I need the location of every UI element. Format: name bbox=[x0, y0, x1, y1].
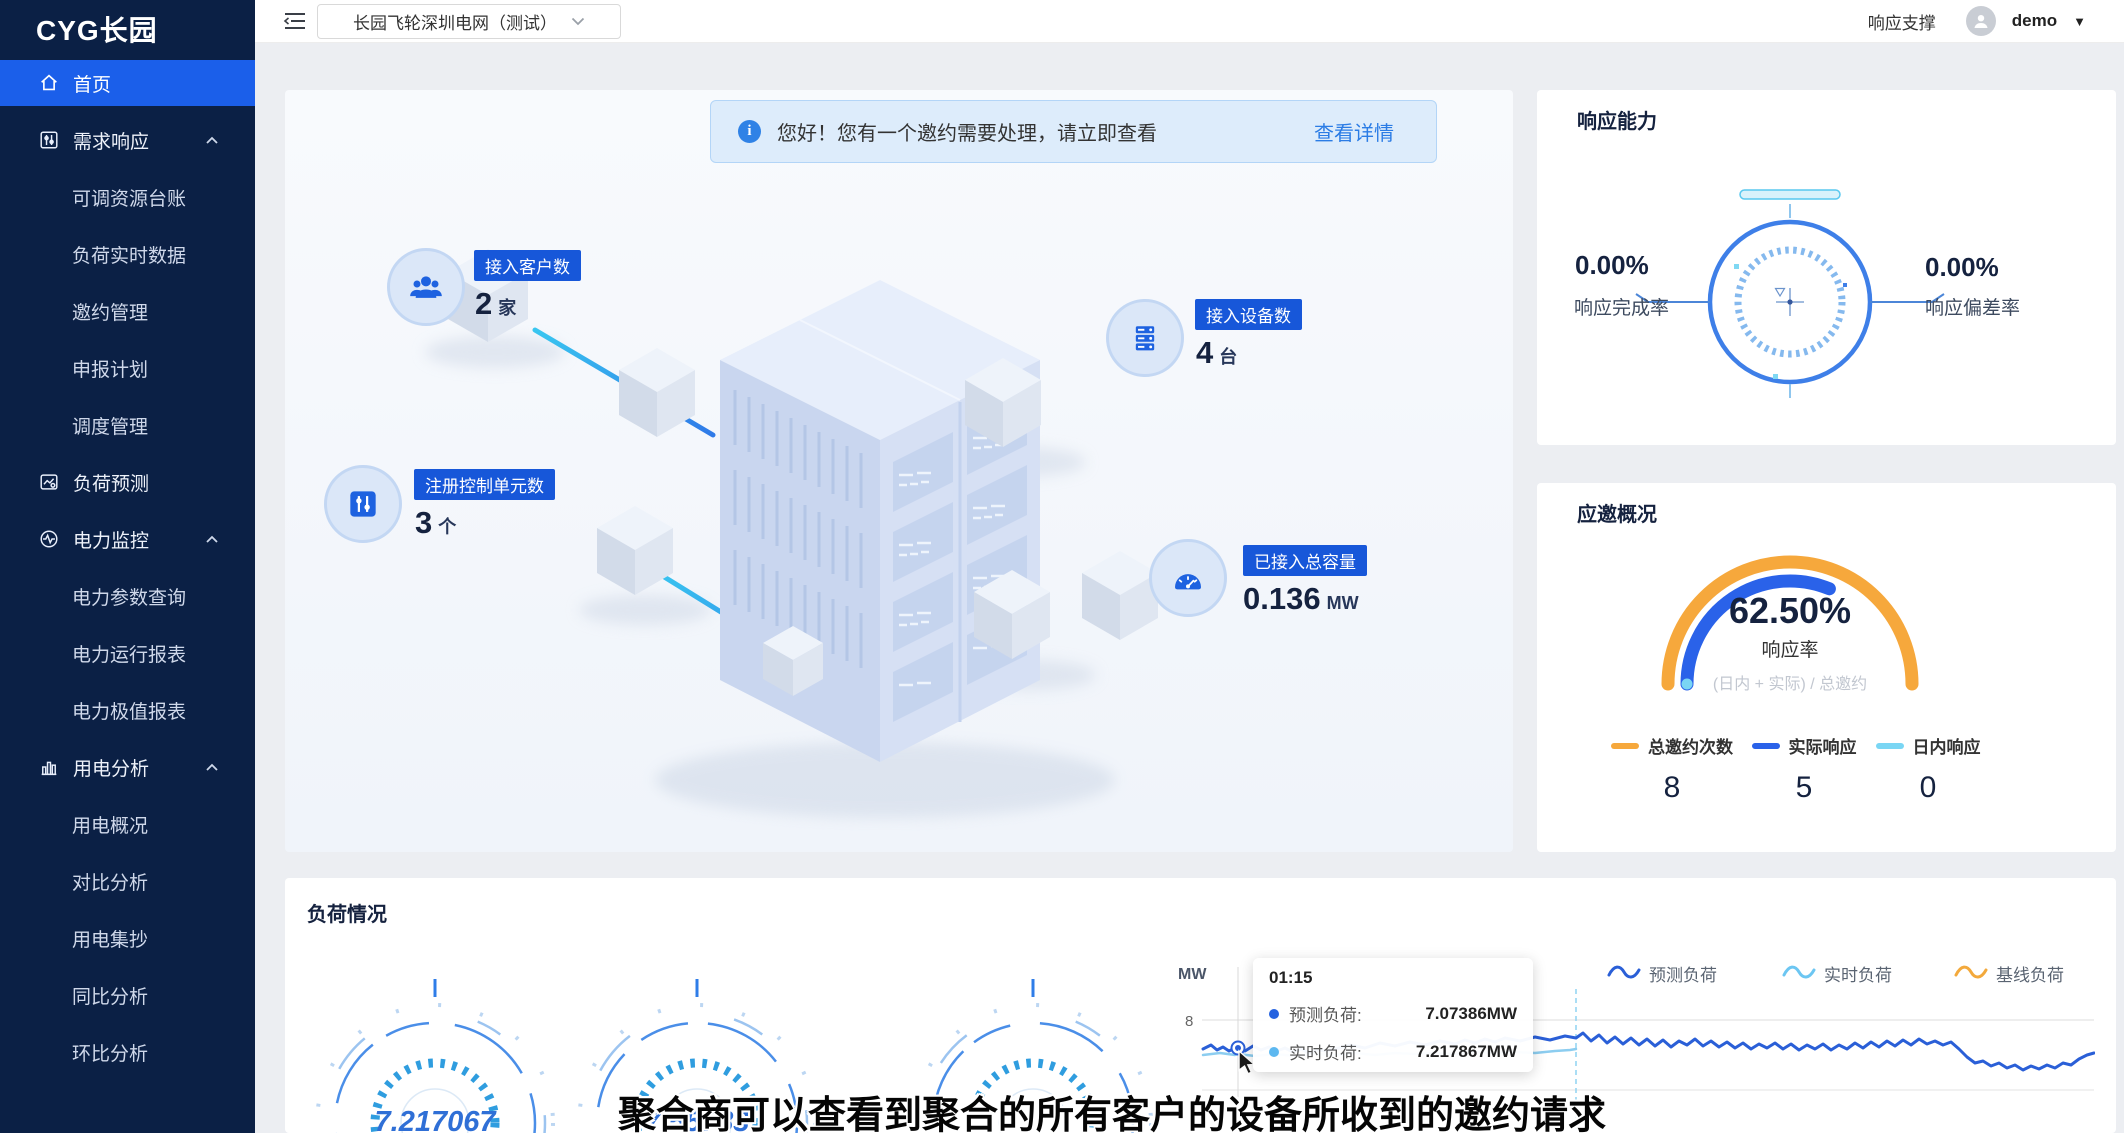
response-capability-card: 响应能力 0.00% 响应完成率 0.00% 响应偏差率 bbox=[1537, 90, 2116, 445]
sidebar-item-home[interactable]: 首页 bbox=[0, 60, 255, 106]
deviation-rate-value: 0.00% bbox=[1925, 252, 1999, 283]
video-subtitle-caption: 聚合商可以查看到聚合的所有客户的设备所收到的邀约请求 bbox=[618, 1084, 1606, 1133]
sidebar-item-mom-analysis[interactable]: 环比分析 bbox=[0, 1029, 255, 1075]
stat-label-badge: 已接入总容量 bbox=[1243, 545, 1367, 576]
sidebar-item-dispatch-management[interactable]: 调度管理 bbox=[0, 402, 255, 448]
chart-legend: 预测负荷 实时负荷 基线负荷 bbox=[1609, 966, 2064, 985]
legend-total-invitations: 总邀约次数 8 bbox=[1607, 733, 1737, 805]
sidebar-item-label: 电力监控 bbox=[73, 526, 149, 553]
y-axis-unit: MW bbox=[1178, 966, 1207, 983]
main-content: i 您好！您有一个邀约需要处理，请立即查看 查看详情 接入客户数 2家 接入设备… bbox=[255, 42, 2124, 1133]
sidebar: CYG长园 首页 需求响应 可调资源台账 负荷实时数据 邀约管理 申报计划 调度… bbox=[0, 0, 255, 1133]
sidebar-item-power-parameter-query[interactable]: 电力参数查询 bbox=[0, 573, 255, 619]
legend-actual-response: 实际响应 5 bbox=[1749, 733, 1859, 805]
sidebar-item-label: 用电分析 bbox=[73, 754, 149, 781]
overview-card: i 您好！您有一个邀约需要处理，请立即查看 查看详情 接入客户数 2家 接入设备… bbox=[285, 90, 1513, 852]
users-icon bbox=[387, 248, 465, 326]
org-selector-value: 长园飞轮深圳电网（测试） bbox=[353, 9, 557, 34]
home-icon bbox=[38, 72, 60, 94]
sidebar-item-load-forecast[interactable]: 负荷预测 bbox=[0, 459, 255, 505]
sidebar-item-demand-response[interactable]: 需求响应 bbox=[0, 117, 255, 163]
legend-value: 5 bbox=[1749, 771, 1859, 805]
semicircle-gauge: 62.50% 响应率 (日内 + 实际) / 总邀约 bbox=[1537, 523, 2116, 723]
demand-response-icon bbox=[38, 129, 60, 151]
sidebar-item-load-realtime-data[interactable]: 负荷实时数据 bbox=[0, 231, 255, 277]
sidebar-item-power-extreme-report[interactable]: 电力极值报表 bbox=[0, 687, 255, 733]
menu-fold-icon[interactable] bbox=[283, 11, 307, 31]
gauge-value: 7.217067 bbox=[375, 1106, 498, 1133]
response-rate-formula: (日内 + 实际) / 总邀约 bbox=[1713, 675, 1867, 693]
legend-swatch bbox=[1876, 743, 1904, 749]
legend-intraday-response: 日内响应 0 bbox=[1873, 733, 1983, 805]
legend-value: 8 bbox=[1607, 771, 1737, 805]
sidebar-item-label: 负荷预测 bbox=[73, 469, 149, 496]
sidebar-item-label: 首页 bbox=[73, 70, 111, 97]
completion-rate-value: 0.00% bbox=[1575, 250, 1649, 281]
y-axis-tick: 8 bbox=[1185, 1013, 1193, 1030]
info-icon: i bbox=[738, 120, 761, 143]
notification-banner: i 您好！您有一个邀约需要处理，请立即查看 查看详情 bbox=[710, 100, 1437, 163]
response-rate-value: 62.50% bbox=[1729, 590, 1851, 631]
server-cube bbox=[720, 280, 1040, 762]
org-selector[interactable]: 长园飞轮深圳电网（测试） bbox=[317, 4, 621, 39]
legend-baseline-load: 基线负荷 bbox=[1996, 966, 2064, 985]
caret-down-icon[interactable]: ▼ bbox=[2073, 14, 2086, 29]
chevron-up-icon bbox=[205, 762, 219, 772]
sidebar-item-invitation-management[interactable]: 邀约管理 bbox=[0, 288, 255, 334]
load-forecast-icon bbox=[38, 471, 60, 493]
deviation-rate-label: 响应偏差率 bbox=[1925, 293, 2020, 320]
stat-label-badge: 接入客户数 bbox=[474, 250, 581, 281]
sidebar-item-declaration-plan[interactable]: 申报计划 bbox=[0, 345, 255, 391]
legend-swatch bbox=[1752, 743, 1780, 749]
sidebar-item-power-operation-report[interactable]: 电力运行报表 bbox=[0, 630, 255, 676]
sidebar-item-yoy-analysis[interactable]: 同比分析 bbox=[0, 972, 255, 1018]
banner-message: 您好！您有一个邀约需要处理，请立即查看 bbox=[777, 117, 1157, 146]
legend-swatch bbox=[1611, 743, 1639, 749]
legend-value: 0 bbox=[1873, 771, 1983, 805]
sidebar-item-electricity-analysis[interactable]: 用电分析 bbox=[0, 744, 255, 790]
tooltip-row-realtime: 实时负荷: 7.217867MW bbox=[1269, 1039, 1517, 1064]
sidebar-item-adjustable-resource-ledger[interactable]: 可调资源台账 bbox=[0, 174, 255, 220]
sidebar-item-electricity-overview[interactable]: 用电概况 bbox=[0, 801, 255, 847]
dashboard-screen: CYG长园 首页 需求响应 可调资源台账 负荷实时数据 邀约管理 申报计划 调度… bbox=[0, 0, 2124, 1133]
sidebar-item-power-monitoring[interactable]: 电力监控 bbox=[0, 516, 255, 562]
topbar: 长园飞轮深圳电网（测试） 响应支撑 demo ▼ bbox=[255, 0, 2124, 43]
chart-tooltip: 01:15 预测负荷: 7.07386MW 实时负荷: 7.217867MW bbox=[1253, 958, 1533, 1072]
electricity-analysis-icon bbox=[38, 756, 60, 778]
sidebar-item-meter-reading[interactable]: 用电集抄 bbox=[0, 915, 255, 961]
control-unit-icon bbox=[324, 465, 402, 543]
username[interactable]: demo bbox=[2012, 11, 2057, 31]
series-dot-icon bbox=[1269, 1047, 1279, 1057]
chevron-up-icon bbox=[205, 534, 219, 544]
series-dot-icon bbox=[1269, 1009, 1279, 1019]
power-monitoring-icon bbox=[38, 528, 60, 550]
sidebar-nav: 首页 需求响应 可调资源台账 负荷实时数据 邀约管理 申报计划 调度管理 负荷预… bbox=[0, 60, 255, 1086]
stat-value: 4台 bbox=[1196, 335, 1237, 371]
stat-label-badge: 接入设备数 bbox=[1195, 299, 1302, 330]
view-details-link[interactable]: 查看详情 bbox=[1314, 117, 1394, 146]
load-gauge-1: 7.217067 bbox=[305, 973, 565, 1133]
chevron-up-icon bbox=[205, 135, 219, 145]
stat-value: 2家 bbox=[475, 286, 516, 322]
server-icon bbox=[1106, 299, 1184, 377]
card-title: 负荷情况 bbox=[307, 898, 387, 927]
completion-rate-label: 响应完成率 bbox=[1574, 293, 1669, 320]
tooltip-time: 01:15 bbox=[1269, 968, 1517, 988]
response-support-link[interactable]: 响应支撑 bbox=[1868, 9, 1936, 34]
stat-value: 0.136MW bbox=[1243, 581, 1359, 617]
tooltip-row-forecast: 预测负荷: 7.07386MW bbox=[1269, 1001, 1517, 1026]
stat-value: 3个 bbox=[415, 505, 456, 541]
capacity-gauge-icon bbox=[1149, 539, 1227, 617]
invitation-overview-card: 应邀概况 62.50% 响应率 (日内 + 实际) / 总邀约 总邀约次数 8 … bbox=[1537, 483, 2116, 852]
legend-forecast-load: 预测负荷 bbox=[1649, 966, 1717, 985]
stat-label-badge: 注册控制单元数 bbox=[414, 469, 555, 500]
user-avatar-icon[interactable] bbox=[1966, 6, 1996, 36]
sidebar-item-comparison-analysis[interactable]: 对比分析 bbox=[0, 858, 255, 904]
brand-logo: CYG长园 bbox=[0, 0, 255, 58]
topbar-right: 响应支撑 demo ▼ bbox=[1868, 6, 2124, 36]
legend-realtime-load: 实时负荷 bbox=[1824, 966, 1892, 985]
sidebar-item-label: 需求响应 bbox=[73, 127, 149, 154]
response-rate-label: 响应率 bbox=[1761, 639, 1818, 661]
chevron-down-icon bbox=[571, 17, 585, 26]
